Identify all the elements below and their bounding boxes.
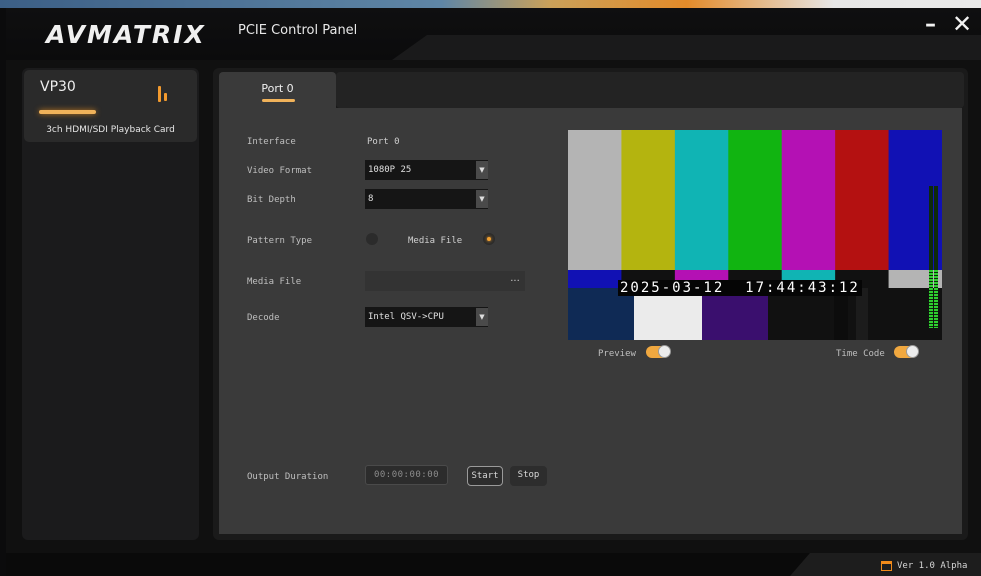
pattern-type-label: Pattern Type: [247, 236, 313, 246]
audio-level-segment: [934, 309, 938, 311]
color-bar-top: [835, 130, 890, 270]
color-bar-top: [621, 130, 676, 270]
chevron-down-icon: ▼: [476, 308, 488, 326]
preview-toggle[interactable]: [646, 345, 671, 358]
device-selected-indicator: [39, 110, 96, 114]
audio-level-segment: [934, 288, 938, 290]
video-format-select[interactable]: 1080P 25 ▼: [365, 160, 488, 180]
title-bar-decoration: [392, 35, 981, 60]
chevron-down-icon: ▼: [476, 161, 488, 179]
audio-level-segment: [929, 300, 933, 302]
media-file-label: Media File: [247, 277, 302, 287]
pattern-type-radio-1[interactable]: [366, 233, 378, 245]
minimize-button[interactable]: –: [925, 12, 936, 37]
color-bar-top: [674, 130, 729, 270]
audio-level-segment: [934, 303, 938, 305]
browse-button[interactable]: ...: [505, 271, 525, 291]
audio-level-segment: [934, 300, 938, 302]
audio-level-segment: [934, 285, 938, 287]
decode-value: Intel QSV->CPU: [368, 312, 444, 322]
version-label: Ver 1.0 Alpha: [897, 561, 968, 571]
audio-level-segment: [929, 273, 933, 275]
audio-level-segment: [929, 285, 933, 287]
bit-depth-value: 8: [368, 194, 374, 204]
audio-level-segment: [929, 312, 933, 314]
tab-active-indicator: [262, 99, 295, 102]
audio-level-segment: [934, 321, 938, 323]
device-description: 3ch HDMI/SDI Playback Card: [46, 125, 175, 135]
audio-level-segment: [929, 279, 933, 281]
video-format-value: 1080P 25: [368, 165, 412, 175]
audio-level-bars: [929, 186, 938, 329]
top-decorative-strip: [0, 0, 981, 8]
close-button[interactable]: ✕: [952, 10, 972, 38]
toggle-knob: [658, 345, 671, 358]
audio-level-segment: [934, 312, 938, 314]
decode-label: Decode: [247, 313, 280, 323]
brand-logo: AVMATRIX: [46, 20, 206, 49]
audio-level-segment: [934, 324, 938, 326]
audio-level-segment: [934, 294, 938, 296]
color-bar-top: [568, 130, 622, 270]
video-format-label: Video Format: [247, 166, 313, 176]
audio-level-segment: [934, 327, 938, 329]
decode-select[interactable]: Intel QSV->CPU ▼: [365, 307, 488, 327]
interface-label: Interface: [247, 137, 296, 147]
bit-depth-label: Bit Depth: [247, 195, 296, 205]
audio-level-segment: [934, 282, 938, 284]
audio-level-meter: [928, 186, 940, 329]
audio-level-segment: [929, 318, 933, 320]
audio-level-segment: [929, 270, 933, 272]
audio-level-segment: [929, 288, 933, 290]
color-bars-test-pattern: [568, 130, 942, 340]
audio-level-segment: [929, 291, 933, 293]
app-title: PCIE Control Panel: [238, 23, 358, 38]
audio-level-segment: [934, 279, 938, 281]
pattern-type-radio-media-file[interactable]: [483, 233, 495, 245]
audio-level-segment: [934, 273, 938, 275]
pattern-type-media-file-label: Media File: [408, 236, 463, 246]
output-duration-value: 00:00:00:00: [373, 470, 440, 480]
interface-value: Port 0: [367, 137, 400, 147]
timecode-toggle-label: Time Code: [836, 349, 885, 359]
start-button[interactable]: Start: [467, 466, 503, 486]
media-file-input[interactable]: [365, 271, 525, 291]
audio-level-segment: [929, 324, 933, 326]
audio-level-segment: [929, 327, 933, 329]
output-duration-label: Output Duration: [247, 472, 329, 482]
audio-level-segment: [934, 291, 938, 293]
audio-level-segment: [929, 321, 933, 323]
video-preview: [568, 130, 942, 340]
audio-level-segment: [929, 306, 933, 308]
stop-button[interactable]: Stop: [510, 466, 547, 486]
bit-depth-select[interactable]: 8 ▼: [365, 189, 488, 209]
tab-port-0-label: Port 0: [261, 82, 294, 95]
timecode-toggle[interactable]: [894, 345, 919, 358]
audio-level-segment: [934, 276, 938, 278]
audio-level-segment: [934, 270, 938, 272]
timecode-overlay: 2025-03-12 17:44:43:12: [618, 280, 862, 296]
audio-level-segment: [929, 303, 933, 305]
signal-bars-icon: [158, 86, 172, 102]
chevron-down-icon: ▼: [476, 190, 488, 208]
toggle-knob: [906, 345, 919, 358]
window-icon: [881, 561, 892, 571]
audio-level-segment: [929, 309, 933, 311]
color-bar-top: [781, 130, 836, 270]
audio-level-segment: [929, 294, 933, 296]
audio-level-segment: [934, 315, 938, 317]
tab-bar: [336, 72, 964, 108]
audio-level-segment: [934, 306, 938, 308]
audio-level-segment: [934, 297, 938, 299]
color-bar-mid: [568, 270, 622, 288]
audio-level-segment: [929, 282, 933, 284]
device-name: VP30: [40, 79, 76, 95]
audio-level-segment: [934, 318, 938, 320]
audio-level-segment: [929, 297, 933, 299]
color-bar-top: [728, 130, 783, 270]
audio-level-segment: [929, 276, 933, 278]
audio-level-segment: [929, 315, 933, 317]
preview-toggle-label: Preview: [598, 349, 636, 359]
